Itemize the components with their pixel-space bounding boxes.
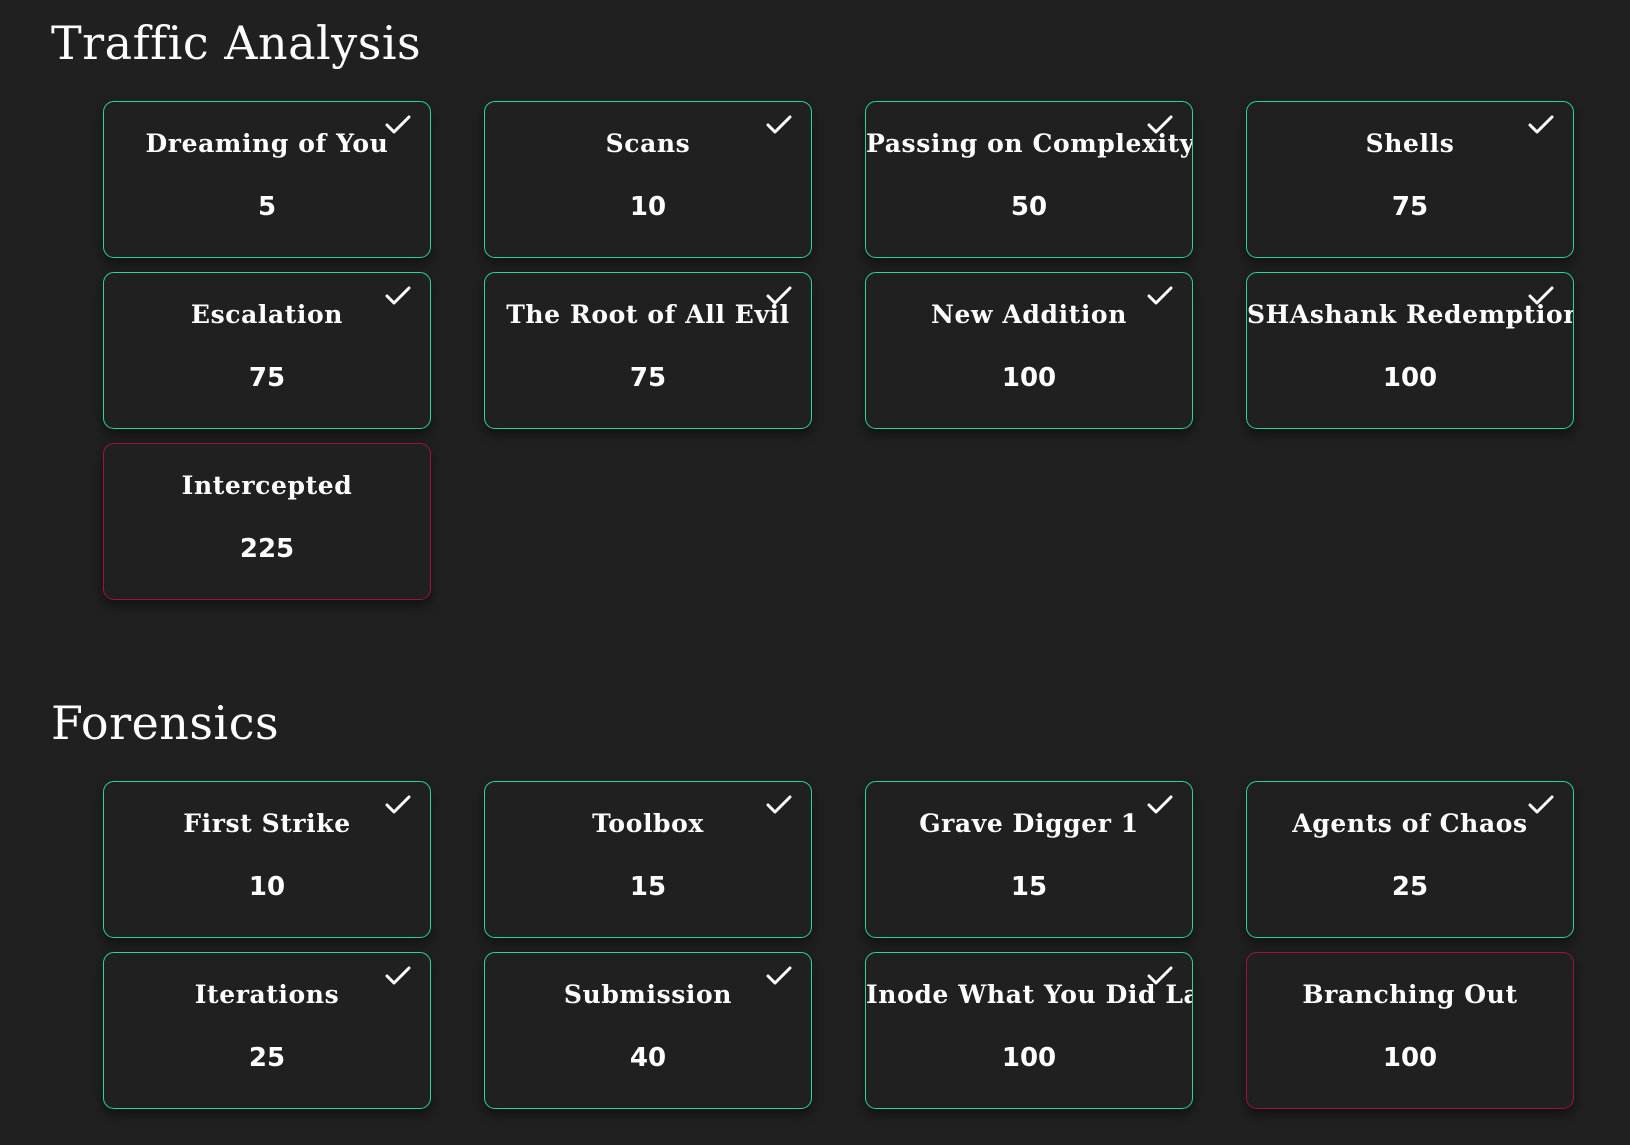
challenge-card[interactable]: The Root of All Evil 75 bbox=[484, 272, 812, 429]
challenge-points: 10 bbox=[629, 192, 667, 222]
check-icon bbox=[766, 286, 792, 305]
challenge-card[interactable]: Dreaming of You 5 bbox=[103, 101, 431, 258]
challenge-card[interactable]: SHAshank Redemption 100 bbox=[1246, 272, 1574, 429]
check-icon bbox=[1147, 795, 1173, 814]
challenge-card[interactable]: Iterations 25 bbox=[103, 952, 431, 1109]
challenge-card[interactable]: Agents of Chaos 25 bbox=[1246, 781, 1574, 938]
challenge-points: 225 bbox=[239, 534, 295, 564]
challenge-points: 5 bbox=[257, 192, 277, 222]
challenge-points: 10 bbox=[248, 872, 286, 902]
check-icon bbox=[1528, 115, 1554, 134]
challenge-points: 40 bbox=[629, 1043, 667, 1073]
challenge-points: 100 bbox=[1001, 363, 1057, 393]
challenge-card[interactable]: Inode What You Did Last Summer 100 bbox=[865, 952, 1193, 1109]
challenge-name: First Strike bbox=[183, 809, 351, 838]
challenge-name: Iterations bbox=[194, 980, 340, 1009]
challenge-card[interactable]: Grave Digger 1 15 bbox=[865, 781, 1193, 938]
challenge-card[interactable]: Intercepted 225 bbox=[103, 443, 431, 600]
challenge-name: New Addition bbox=[931, 300, 1127, 329]
challenge-card[interactable]: Escalation 75 bbox=[103, 272, 431, 429]
challenge-card[interactable]: Passing on Complexity 50 bbox=[865, 101, 1193, 258]
challenge-name: Intercepted bbox=[181, 471, 353, 500]
check-icon bbox=[1147, 286, 1173, 305]
section-title-traffic-analysis: Traffic Analysis bbox=[51, 16, 422, 70]
check-icon bbox=[1147, 966, 1173, 985]
challenge-name: Dreaming of You bbox=[145, 129, 389, 158]
challenge-points: 15 bbox=[1010, 872, 1048, 902]
challenge-name: Inode What You Did Last Summer bbox=[866, 980, 1192, 1009]
check-icon bbox=[766, 795, 792, 814]
challenge-card[interactable]: New Addition 100 bbox=[865, 272, 1193, 429]
challenge-points: 75 bbox=[248, 363, 286, 393]
check-icon bbox=[1528, 795, 1554, 814]
check-icon bbox=[385, 795, 411, 814]
section-title-forensics: Forensics bbox=[51, 696, 280, 750]
challenge-name: Agents of Chaos bbox=[1292, 809, 1528, 838]
check-icon bbox=[1528, 286, 1554, 305]
challenge-name: Branching Out bbox=[1302, 980, 1518, 1009]
challenge-name: Submission bbox=[563, 980, 733, 1009]
challenge-name: Grave Digger 1 bbox=[919, 809, 1139, 838]
challenge-points: 25 bbox=[248, 1043, 286, 1073]
check-icon bbox=[385, 115, 411, 134]
challenge-name: The Root of All Evil bbox=[506, 300, 790, 329]
challenge-card[interactable]: Submission 40 bbox=[484, 952, 812, 1109]
check-icon bbox=[385, 286, 411, 305]
challenge-grid-traffic-analysis: Dreaming of You 5 Scans 10 Passing on Comple… bbox=[103, 101, 1574, 600]
challenge-name: SHAshank Redemption bbox=[1247, 300, 1574, 329]
challenge-points: 100 bbox=[1382, 1043, 1438, 1073]
challenge-points: 50 bbox=[1010, 192, 1048, 222]
challenge-card[interactable]: First Strike 10 bbox=[103, 781, 431, 938]
challenge-card[interactable]: Scans 10 bbox=[484, 101, 812, 258]
challenge-name: Toolbox bbox=[592, 809, 704, 838]
challenge-card[interactable]: Branching Out 100 bbox=[1246, 952, 1574, 1109]
challenge-name: Escalation bbox=[190, 300, 344, 329]
challenge-card[interactable]: Shells 75 bbox=[1246, 101, 1574, 258]
check-icon bbox=[766, 115, 792, 134]
challenge-card[interactable]: Toolbox 15 bbox=[484, 781, 812, 938]
challenge-name: Scans bbox=[605, 129, 691, 158]
challenge-points: 75 bbox=[1391, 192, 1429, 222]
challenge-points: 100 bbox=[1382, 363, 1438, 393]
challenge-points: 15 bbox=[629, 872, 667, 902]
challenge-points: 75 bbox=[629, 363, 667, 393]
check-icon bbox=[766, 966, 792, 985]
challenge-points: 25 bbox=[1391, 872, 1429, 902]
check-icon bbox=[1147, 115, 1173, 134]
check-icon bbox=[385, 966, 411, 985]
challenge-points: 100 bbox=[1001, 1043, 1057, 1073]
challenge-name: Shells bbox=[1365, 129, 1455, 158]
challenge-name: Passing on Complexity bbox=[866, 129, 1193, 158]
challenge-grid-forensics: First Strike 10 Toolbox 15 Grave Digger 1 15 A… bbox=[103, 781, 1574, 1109]
